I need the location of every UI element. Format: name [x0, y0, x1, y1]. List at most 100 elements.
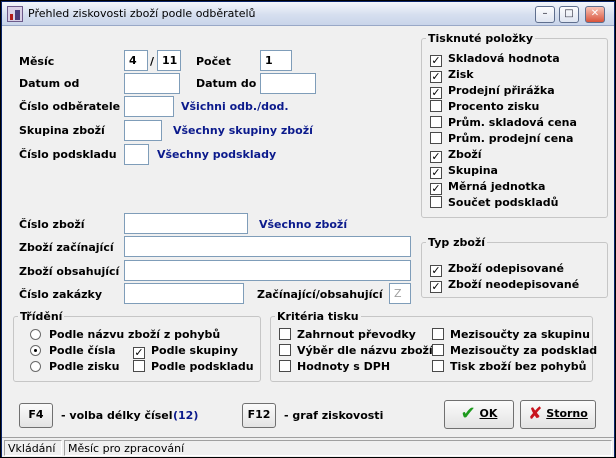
ok-button[interactable]: ✔ OK: [444, 400, 514, 429]
close-button[interactable]: ✕: [585, 6, 605, 23]
app-icon: [7, 6, 23, 22]
tisknute-item[interactable]: ✓ Skladová hodnota: [430, 52, 560, 67]
pocet-input[interactable]: 1: [260, 50, 292, 71]
cislo-podskladu-info: Všechny podsklady: [157, 148, 277, 161]
trideni-radio[interactable]: Podle názvu zboží z pohybů: [30, 328, 220, 341]
cislo-zbozi-input[interactable]: [124, 213, 248, 234]
checkbox-icon[interactable]: [279, 360, 291, 372]
checkbox-icon[interactable]: ✓: [430, 151, 442, 163]
datum-od-label: Datum od: [19, 77, 80, 90]
checkbox-icon[interactable]: ✓: [430, 71, 442, 83]
checkbox-icon[interactable]: ✓: [430, 281, 442, 293]
checkmark-icon: ✔: [460, 403, 476, 424]
cislo-odberatele-input[interactable]: [124, 96, 174, 117]
checkbox-icon[interactable]: [430, 116, 442, 128]
datum-od-input[interactable]: [124, 73, 180, 94]
checkbox-icon[interactable]: ✓: [430, 167, 442, 179]
checkbox-icon[interactable]: [133, 360, 145, 372]
radio-icon[interactable]: [30, 345, 41, 356]
radio-icon[interactable]: [30, 329, 41, 340]
checkbox-icon[interactable]: [279, 344, 291, 356]
tisknute-item[interactable]: ✓ Zboží: [430, 148, 482, 163]
checkbox-label: Mezisoučty za skupinu: [450, 328, 590, 341]
zac-obs-label: Začínající/obsahující: [257, 288, 383, 301]
ok-label: OK: [479, 407, 498, 420]
typ-zbozi-item[interactable]: ✓ Zboží neodepisované: [430, 278, 579, 293]
checkbox-icon[interactable]: [432, 328, 444, 340]
kriteria-item[interactable]: Výběr dle názvu zboží: [279, 344, 433, 357]
tisknute-item[interactable]: ✓ Skupina: [430, 164, 498, 179]
typ-zbozi-item[interactable]: ✓ Zboží odepisované: [430, 262, 564, 277]
cislo-podskladu-label: Číslo podskladu: [19, 148, 117, 161]
tisknute-item[interactable]: Procento zisku: [430, 100, 539, 113]
f4-value: (12): [173, 409, 199, 422]
tisknute-item[interactable]: Prům. prodejní cena: [430, 132, 573, 145]
kriteria-item[interactable]: Mezisoučty za podsklad: [432, 344, 597, 357]
checkbox-label: Skladová hodnota: [448, 52, 560, 65]
tisknute-polozky-legend: Tisknuté položky: [428, 32, 533, 45]
title-bar[interactable]: Přehled ziskovosti zboží podle odběratel…: [2, 2, 614, 26]
typ-zbozi-legend: Typ zboží: [428, 236, 486, 249]
checkbox-icon[interactable]: ✓: [430, 87, 442, 99]
radio-label: Podle názvu zboží z pohybů: [49, 328, 221, 341]
rok-input[interactable]: 11: [157, 50, 181, 71]
f12-button[interactable]: F12: [242, 403, 276, 428]
datum-do-input[interactable]: [260, 73, 316, 94]
datum-do-label: Datum do: [196, 77, 257, 90]
checkbox-icon[interactable]: [430, 196, 442, 208]
cislo-odberatele-label: Číslo odběratele: [19, 100, 121, 113]
kriteria-item[interactable]: Hodnoty s DPH: [279, 360, 390, 373]
checkbox-label: Skupina: [448, 164, 498, 177]
mesic-separator: /: [150, 55, 155, 68]
checkbox-label: Zisk: [448, 68, 474, 81]
checkbox-label: Zahrnout převodky: [297, 328, 416, 341]
cislo-podskladu-input[interactable]: [124, 144, 149, 165]
skupina-zbozi-input[interactable]: [124, 120, 162, 141]
radio-icon[interactable]: [30, 361, 41, 372]
trideni-check[interactable]: ✓ Podle skupiny: [133, 344, 238, 359]
checkbox-label: Měrná jednotka: [448, 180, 546, 193]
kriteria-item[interactable]: Tisk zboží bez pohybů: [432, 360, 587, 373]
tisknute-item[interactable]: ✓ Měrná jednotka: [430, 180, 545, 195]
checkbox-label: Zboží odepisované: [448, 262, 564, 275]
trideni-radio[interactable]: Podle čísla: [30, 344, 116, 357]
checkbox-icon[interactable]: ✓: [133, 347, 145, 359]
checkbox-label: Prodejní přirážka: [448, 84, 555, 97]
f4-button[interactable]: F4: [19, 403, 53, 428]
checkbox-label: Výběr dle názvu zboží: [297, 344, 433, 357]
zac-obs-input[interactable]: Z: [389, 283, 411, 304]
checkbox-icon[interactable]: ✓: [430, 265, 442, 277]
minimize-button[interactable]: –: [535, 6, 555, 23]
checkbox-icon[interactable]: [430, 132, 442, 144]
report-dialog: Přehled ziskovosti zboží podle odběratel…: [0, 0, 616, 458]
trideni-radio[interactable]: Podle zisku: [30, 360, 119, 373]
status-hint: Měsíc pro zpracování: [64, 440, 612, 456]
tisknute-item[interactable]: ✓ Zisk: [430, 68, 474, 83]
storno-button[interactable]: ✘ Storno: [520, 400, 596, 429]
skupina-zbozi-label: Skupina zboží: [19, 124, 105, 137]
checkbox-icon[interactable]: [430, 100, 442, 112]
maximize-button[interactable]: □: [559, 6, 579, 23]
tisknute-item[interactable]: Součet podskladů: [430, 196, 558, 209]
kriteria-item[interactable]: Zahrnout převodky: [279, 328, 416, 341]
pocet-label: Počet: [196, 55, 231, 68]
checkbox-icon[interactable]: [432, 360, 444, 372]
zbozi-zacinajici-input[interactable]: [124, 236, 411, 257]
mesic-input[interactable]: 4: [124, 50, 148, 71]
checkbox-icon[interactable]: ✓: [430, 55, 442, 67]
checkbox-icon[interactable]: [432, 344, 444, 356]
cislo-zakazky-input[interactable]: [124, 283, 244, 304]
f12-text: - graf ziskovosti: [284, 409, 384, 422]
checkbox-label: Prům. skladová cena: [448, 116, 577, 129]
kriteria-legend: Kritéria tisku: [277, 310, 359, 323]
kriteria-item[interactable]: Mezisoučty za skupinu: [432, 328, 590, 341]
cislo-odberatele-info: Všichni odb./dod.: [181, 100, 289, 113]
tisknute-item[interactable]: Prům. skladová cena: [430, 116, 577, 129]
mesic-label: Měsíc: [19, 55, 55, 68]
checkbox-icon[interactable]: [279, 328, 291, 340]
trideni-check[interactable]: Podle podskladu: [133, 360, 254, 373]
tisknute-item[interactable]: ✓ Prodejní přirážka: [430, 84, 555, 99]
zbozi-obsahujici-input[interactable]: [124, 260, 411, 281]
cislo-zbozi-info: Všechno zboží: [259, 218, 348, 231]
checkbox-icon[interactable]: ✓: [430, 183, 442, 195]
